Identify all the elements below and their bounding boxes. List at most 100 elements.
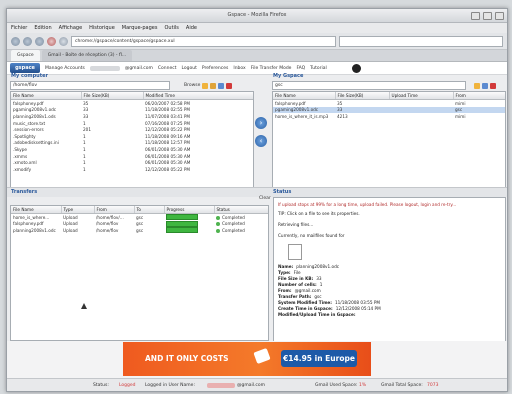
menu-bookmarks[interactable]: Marque-pages (122, 23, 158, 33)
modified-time-cell: 06/01/2008 05:30 AM (145, 153, 191, 159)
tutorial-link[interactable]: Tutorial (310, 66, 327, 71)
progress-bar (166, 220, 198, 227)
property-key: Modified/Upload Time in Gspace: (278, 312, 356, 317)
home-icon[interactable] (59, 36, 68, 46)
gspace-delete-icon[interactable] (490, 82, 496, 89)
tab-gspace[interactable]: Gspace (11, 50, 40, 61)
ad-price-badge: €14.95 in Europe (281, 350, 357, 367)
file-size-cell: 1 (83, 160, 86, 166)
local-file-row[interactable]: .Spotlighty 1 11/18/2008 09:16 AM (11, 133, 253, 140)
gspace-up-folder-icon[interactable] (474, 82, 480, 89)
close-icon[interactable] (495, 12, 504, 20)
status-label: Completed (222, 221, 245, 227)
search-input[interactable] (339, 35, 503, 47)
manage-accounts-link[interactable]: Manage Accounts (45, 66, 85, 71)
window-controls (471, 12, 504, 20)
refresh-icon[interactable] (218, 82, 225, 89)
local-file-row[interactable]: .Skype 1 06/01/2008 05:30 AM (11, 146, 253, 153)
menu-view[interactable]: Affichage (59, 23, 83, 33)
menu-file[interactable]: Fichier (11, 23, 27, 33)
local-file-row[interactable]: music_store.txt 1 07/16/2008 07:25 PM (11, 120, 253, 127)
tcol-file-name[interactable]: File Name (11, 206, 62, 214)
clear-button[interactable]: Clear (259, 196, 271, 201)
footer-total-space-value: 7073 (427, 383, 439, 388)
stop-icon[interactable] (47, 36, 56, 46)
col-modified-time[interactable]: Modified Time (143, 92, 253, 100)
download-arrow-icon[interactable]: ‹ (255, 135, 267, 147)
property-key: System Modified Time: (278, 300, 332, 305)
menu-help[interactable]: Aide (186, 23, 197, 33)
local-file-row[interactable]: falsphoney.pdf 35 06/20/2007 02:58 PM (11, 100, 253, 107)
local-file-row[interactable]: .session-errors 201 12/12/2008 05:22 PM (11, 126, 253, 133)
forward-icon[interactable] (23, 36, 32, 46)
gcol-upload-time[interactable]: Upload Time (389, 92, 454, 100)
menu-edit[interactable]: Edition (34, 23, 51, 33)
address-bar[interactable]: chrome://gspace/content/gspace/gspace.xu… (71, 35, 336, 47)
inbox-link[interactable]: Inbox (233, 66, 245, 71)
footer-user-redacted (207, 383, 235, 388)
tab-gmail[interactable]: Gmail - Boîte de réception (3) - fl... (41, 50, 133, 61)
file-name-cell: home_is_where... (13, 214, 50, 220)
gspace-file-row[interactable]: falsphoney.pdf 35 mimi (273, 100, 505, 107)
new-folder-icon[interactable] (210, 82, 217, 89)
col-file-name[interactable]: File Name (11, 92, 82, 100)
up-folder-icon[interactable] (202, 82, 209, 89)
browse-button[interactable]: Browse (184, 83, 200, 88)
check-icon (216, 222, 220, 227)
modified-time-cell: 11/18/2008 02:55 PM (145, 107, 191, 113)
minimize-icon[interactable] (471, 12, 480, 20)
gspace-file-row[interactable]: home_is_where_it_is.mp3 4213 mimi (273, 113, 505, 120)
connect-link[interactable]: Connect (158, 66, 177, 71)
ad-banner[interactable]: AND IT ONLY COSTS €14.95 in Europe (123, 342, 371, 376)
preferences-link[interactable]: Preferences (202, 66, 228, 71)
transfer-row[interactable]: falsphoney.pdf Upload/home/flov gsc Complet… (11, 220, 268, 228)
gspace-toolbar: gspace Manage Accounts @gmail.com Connec… (7, 62, 507, 75)
reload-icon[interactable] (35, 36, 44, 46)
gspace-path-input[interactable]: gsc (272, 81, 466, 90)
menu-history[interactable]: Historique (89, 23, 115, 33)
window-title: Gspace - Mozilla Firefox (227, 12, 287, 18)
logout-link[interactable]: Logout (181, 66, 196, 71)
file-size-cell: 35 (83, 100, 89, 106)
local-file-row[interactable]: .adobedisksettings.ini 1 11/18/2008 12:57 … (11, 140, 253, 147)
file-name-cell: .Skype (13, 146, 27, 152)
local-file-row[interactable]: .xmoto.xml 1 06/01/2008 05:30 AM (11, 159, 253, 166)
status-no-mailfiles: Currently, no mailfiles found for (278, 233, 345, 238)
transfer-row[interactable]: planning2008v1.odc Upload/home/flov gsc Com… (11, 227, 268, 234)
property-key: File Size in KB: (278, 276, 314, 281)
modified-time-cell: 11/07/2008 03:41 PM (145, 113, 191, 119)
faq-link[interactable]: FAQ (296, 66, 305, 71)
file-name-cell: .Spotlighty (13, 133, 36, 139)
tcol-to[interactable]: To (134, 206, 165, 214)
status-retrieving: Retrieving files... (278, 222, 314, 227)
upload-arrow-icon[interactable]: › (255, 117, 267, 129)
tcol-type[interactable]: Type (61, 206, 95, 214)
gspace-file-row[interactable]: pgaming2008v1.odc 33 gsc (273, 106, 505, 114)
tcol-status[interactable]: Status (214, 206, 268, 214)
status-cell: Completed (214, 227, 268, 234)
status-footer: Status: Logged Logged in User Name: @gma… (7, 378, 507, 391)
gspace-refresh-icon[interactable] (482, 82, 488, 89)
local-file-row[interactable]: pgaming2008v1.odc 33 11/18/2008 02:55 PM (11, 107, 253, 114)
from-cell: /home/flov (96, 227, 119, 233)
file-transfer-mode-link[interactable]: File Transfer Mode (251, 66, 292, 71)
transfer-row[interactable]: home_is_where... Upload/home/flov/... gsc C… (11, 214, 268, 221)
back-icon[interactable] (11, 36, 20, 46)
local-file-list: File Name File Size(KB) Modified Time fa… (10, 91, 254, 189)
menu-tools[interactable]: Outils (164, 23, 178, 33)
local-file-row[interactable]: planning2008v1.ods 33 11/07/2008 03:41 PM (11, 113, 253, 120)
type-cell: Upload (63, 221, 78, 227)
footer-used-space-label: Gmail Used Space: (315, 383, 358, 388)
tcol-progress[interactable]: Progress (164, 206, 215, 214)
tcol-from[interactable]: From (94, 206, 135, 214)
col-file-size[interactable]: File Size(KB) (81, 92, 144, 100)
gcol-from[interactable]: From (453, 92, 505, 100)
gcol-file-size[interactable]: File Size(KB) (335, 92, 390, 100)
maximize-icon[interactable] (483, 12, 492, 20)
property-value: 1 (319, 282, 323, 287)
delete-icon[interactable] (226, 82, 233, 89)
gcol-file-name[interactable]: File Name (273, 92, 336, 100)
local-file-row[interactable]: .xmms 1 06/01/2008 05:30 AM (11, 153, 253, 160)
local-file-row[interactable]: .xmodify 1 12/12/2008 05:22 PM (11, 166, 253, 173)
local-path-input[interactable]: /home/flov (10, 81, 170, 90)
